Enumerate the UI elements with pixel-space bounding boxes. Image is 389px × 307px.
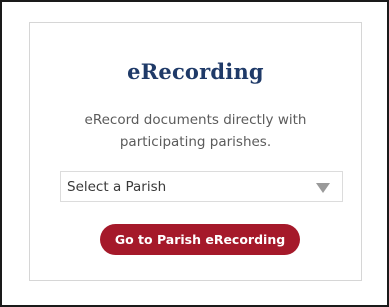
screenshot-frame: eRecording eRecord documents directly wi…: [0, 0, 389, 307]
parish-select-value: Select a Parish: [67, 179, 167, 195]
parish-select[interactable]: Select a Parish: [60, 171, 343, 202]
go-to-parish-erecording-button[interactable]: Go to Parish eRecording: [100, 224, 300, 255]
chevron-down-icon: [316, 183, 330, 193]
erecording-card: eRecording eRecord documents directly wi…: [29, 22, 362, 281]
card-title: eRecording: [127, 59, 264, 84]
card-description: eRecord documents directly with particip…: [84, 112, 307, 150]
